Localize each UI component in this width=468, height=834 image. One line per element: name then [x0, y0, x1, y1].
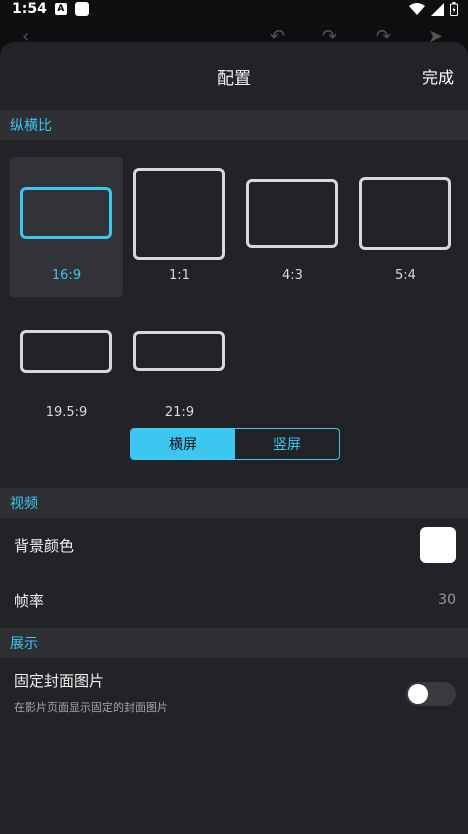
ratio-label-5-4: 5:4: [395, 268, 416, 283]
ratio-label-1-1: 1:1: [169, 268, 190, 283]
portrait-button[interactable]: 竖屏: [235, 429, 339, 459]
fixed-cover-description: 在影片页面显示固定的封面图片: [14, 701, 168, 714]
notification-square-icon: [74, 2, 89, 16]
wifi-icon: [409, 2, 425, 15]
fixed-cover-row[interactable]: 固定封面图片 在影片页面显示固定的封面图片: [0, 658, 468, 724]
orientation-area: 横屏 竖屏: [0, 428, 468, 488]
landscape-button[interactable]: 横屏: [131, 429, 235, 459]
aspect-ratio-grid: 16:9 1:1 4:3 5:4 19.5:9 21:9: [0, 140, 468, 428]
background-color-label: 背景颜色: [14, 536, 75, 555]
background-color-swatch[interactable]: [420, 527, 456, 563]
ratio-option-21-9[interactable]: 21:9: [123, 307, 236, 447]
ratio-option-16-9[interactable]: 16:9: [10, 157, 123, 297]
ratio-label-16-9: 16:9: [51, 268, 82, 283]
ratio-option-1-1[interactable]: 1:1: [123, 157, 236, 297]
section-video: 视频: [0, 488, 468, 518]
ratio-preview-5-4: [359, 177, 451, 250]
ratio-option-4-3[interactable]: 4:3: [236, 157, 349, 297]
battery-icon: [450, 2, 458, 16]
orientation-toggle: 横屏 竖屏: [130, 428, 340, 460]
sheet-header: 配置 完成: [0, 42, 468, 110]
done-button[interactable]: 完成: [422, 64, 454, 88]
ratio-option-5-4[interactable]: 5:4: [349, 157, 462, 297]
config-sheet: 配置 完成 纵横比 16:9 1:1 4:3 5:4 19.5:9 21:9 横…: [0, 42, 468, 834]
section-display: 展示: [0, 628, 468, 658]
status-time: 1:54: [12, 1, 47, 17]
section-aspect-ratio: 纵横比: [0, 110, 468, 140]
ratio-preview-19-5-9: [20, 330, 112, 373]
fixed-cover-label: 固定封面图片: [14, 672, 105, 690]
ratio-preview-1-1: [133, 168, 225, 260]
fixed-cover-switch[interactable]: [406, 682, 456, 706]
cell-signal-icon: [431, 2, 444, 16]
ratio-preview-16-9: [20, 187, 112, 239]
background-color-row[interactable]: 背景颜色: [0, 518, 468, 572]
status-bar: 1:54 A: [0, 0, 468, 18]
ratio-label-4-3: 4:3: [282, 268, 303, 283]
frame-rate-value: 30: [438, 592, 456, 608]
notification-a-icon: A: [54, 3, 67, 15]
ratio-preview-21-9: [133, 331, 225, 371]
page-title: 配置: [217, 68, 251, 89]
frame-rate-label: 帧率: [14, 591, 45, 610]
switch-knob: [408, 684, 428, 704]
ratio-label-19-5-9: 19.5:9: [45, 405, 88, 420]
ratio-option-19-5-9[interactable]: 19.5:9: [10, 307, 123, 447]
frame-rate-row[interactable]: 帧率 30: [0, 572, 468, 628]
ratio-label-21-9: 21:9: [164, 405, 195, 420]
ratio-preview-4-3: [246, 179, 338, 248]
